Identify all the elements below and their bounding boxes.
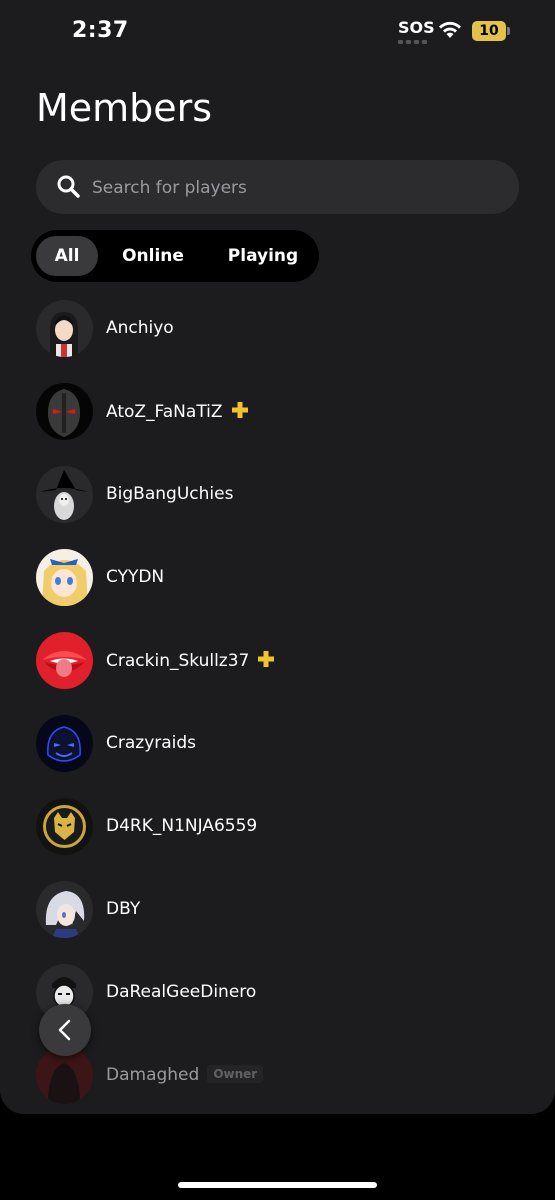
member-name: AtoZ_FaNaTiZ (106, 401, 249, 422)
member-name: DaRealGeeDinero (106, 982, 257, 1002)
member-row[interactable]: DBY (36, 881, 519, 941)
avatar (36, 715, 93, 772)
member-name: CYYDN (106, 567, 165, 587)
avatar (36, 466, 93, 523)
avatar (36, 881, 93, 938)
search-icon (57, 175, 80, 198)
owner-badge: Owner (207, 1065, 264, 1083)
member-row[interactable]: DaRealGeeDinero (36, 964, 519, 1024)
member-name: Crackin_Skullz37 (106, 650, 275, 671)
battery-tip (507, 27, 510, 35)
filter-tabs: All Online Playing (31, 230, 319, 282)
member-name: Anchiyo (106, 318, 174, 338)
member-row[interactable]: AtoZ_FaNaTiZ (36, 383, 519, 443)
member-row[interactable]: Crackin_Skullz37 (36, 632, 519, 692)
member-row[interactable]: Anchiyo (36, 300, 519, 360)
signal-dots-icon (398, 40, 428, 44)
ps-plus-icon (231, 402, 248, 418)
member-name: Damaghed Owner (106, 1065, 264, 1085)
tab-playing[interactable]: Playing (214, 236, 312, 276)
member-name: BigBangUchies (106, 484, 234, 504)
search-bar[interactable] (36, 160, 519, 216)
members-sheet: 2:37 SOS 10 Members All Online Playing (0, 0, 555, 1114)
member-row[interactable]: CYYDN (36, 549, 519, 609)
avatar (36, 383, 93, 440)
member-name: D4RK_N1NJA6559 (106, 816, 258, 836)
tab-online[interactable]: Online (109, 236, 197, 276)
member-row[interactable]: D4RK_N1NJA6559 (36, 798, 519, 858)
back-button[interactable] (39, 1004, 91, 1056)
avatar (36, 632, 93, 689)
member-name: DBY (106, 899, 141, 919)
ps-plus-icon (258, 651, 275, 667)
sos-indicator: SOS (398, 18, 435, 37)
avatar (36, 549, 93, 606)
wifi-icon (439, 21, 461, 38)
avatar (36, 300, 93, 357)
member-row[interactable]: BigBangUchies (36, 466, 519, 526)
member-name: Crazyraids (106, 733, 197, 753)
chevron-left-icon (58, 1019, 71, 1041)
avatar (36, 798, 93, 855)
search-input[interactable] (90, 160, 494, 216)
status-bar: 2:37 SOS 10 (0, 0, 555, 64)
tab-all[interactable]: All (36, 236, 98, 276)
battery-icon: 10 (472, 21, 506, 41)
page-title: Members (36, 86, 213, 130)
status-time: 2:37 (72, 18, 129, 43)
member-row[interactable]: Crazyraids (36, 715, 519, 775)
member-row[interactable]: Damaghed Owner (36, 1047, 519, 1107)
home-indicator[interactable] (178, 1182, 377, 1188)
